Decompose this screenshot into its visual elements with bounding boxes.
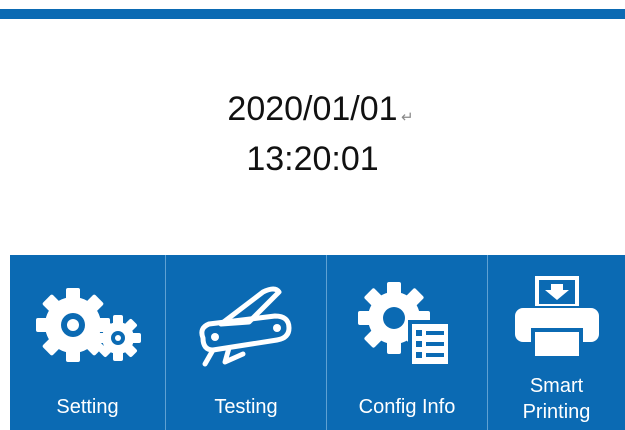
- gears-icon: [10, 277, 165, 372]
- smart-printing-label: Smart Printing: [488, 373, 625, 425]
- setting-label: Setting: [56, 396, 119, 418]
- time-text: 13:20:01: [246, 140, 379, 178]
- config-info-label: Config Info: [358, 396, 456, 418]
- paragraph-return-icon: ↵: [401, 109, 414, 126]
- swiss-army-knife-icon: [166, 277, 326, 372]
- date-value: 2020/01/01: [227, 90, 398, 128]
- datetime-display: 2020/01/01 ↵ 13:20:01: [0, 84, 625, 184]
- date-text: 2020/01/01 ↵: [227, 84, 413, 134]
- config-info-button[interactable]: Config Info: [326, 255, 487, 430]
- main-menu: Setting Testing Config Info Smart Printi…: [10, 255, 625, 430]
- testing-label: Testing: [214, 396, 278, 418]
- testing-button[interactable]: Testing: [165, 255, 326, 430]
- setting-button[interactable]: Setting: [10, 255, 165, 430]
- top-accent-bar: [0, 9, 625, 19]
- gear-checklist-icon: [327, 277, 487, 372]
- printer-icon: [488, 267, 625, 362]
- smart-printing-label-line1: Smart: [529, 375, 584, 397]
- smart-printing-button[interactable]: Smart Printing: [487, 255, 625, 430]
- smart-printing-label-line2: Printing: [522, 401, 591, 423]
